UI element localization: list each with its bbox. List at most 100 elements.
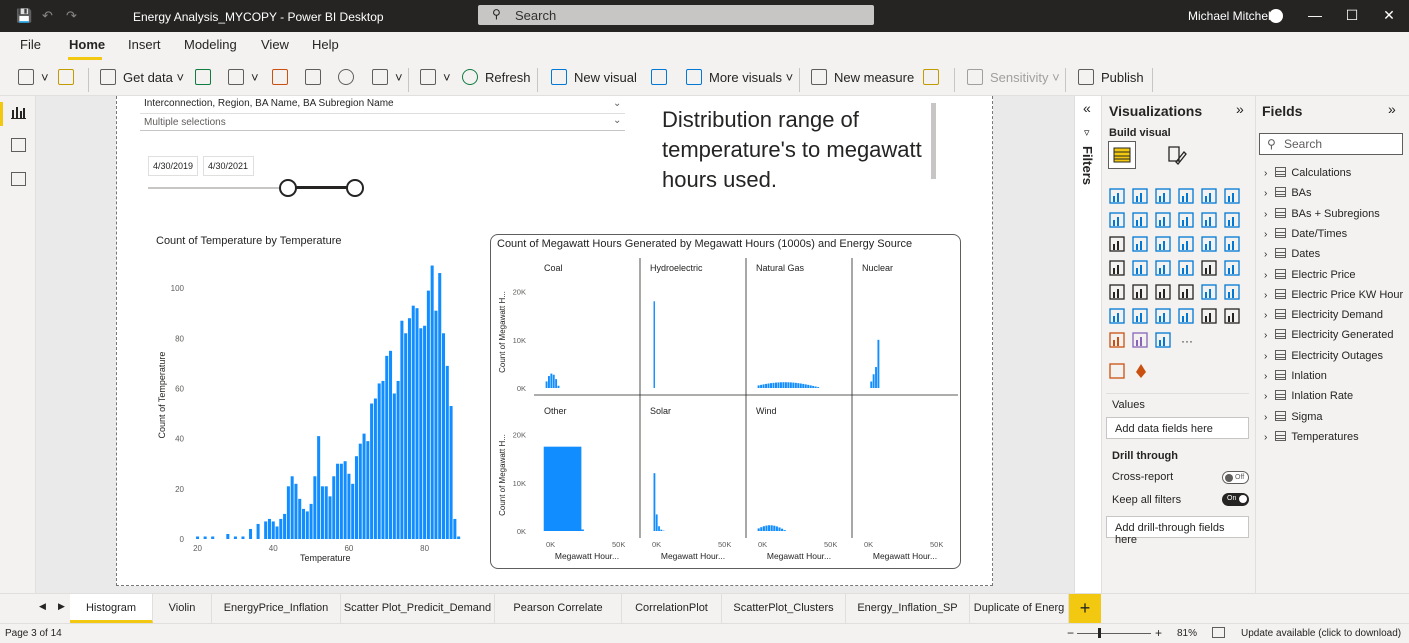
histogram-bar[interactable] bbox=[249, 528, 253, 539]
chevron-right-icon[interactable]: › bbox=[1264, 270, 1267, 281]
small-multiple-bar[interactable] bbox=[802, 383, 805, 388]
more-options-icon[interactable]: ··· bbox=[1181, 334, 1193, 348]
histogram-bar[interactable] bbox=[373, 398, 377, 540]
chevron-right-icon[interactable]: › bbox=[1264, 310, 1267, 321]
histogram-bar[interactable] bbox=[271, 521, 275, 539]
visual-type-icon[interactable] bbox=[1201, 188, 1217, 204]
histogram-bar[interactable] bbox=[392, 393, 396, 539]
build-visual-tab[interactable] bbox=[1108, 141, 1136, 169]
visual-type-icon[interactable] bbox=[1109, 308, 1125, 324]
small-multiple-bar[interactable] bbox=[762, 526, 765, 531]
page-tab[interactable]: Histogram bbox=[70, 594, 153, 623]
more-visuals-button[interactable]: More visuals ˅ bbox=[686, 69, 793, 85]
get-data-button[interactable]: Get data ˅ bbox=[100, 69, 184, 85]
model-view-icon[interactable] bbox=[11, 172, 26, 186]
histogram-bar[interactable] bbox=[400, 320, 404, 539]
small-multiple-bar[interactable] bbox=[775, 526, 778, 531]
histogram-bar[interactable] bbox=[336, 463, 340, 539]
menu-view[interactable]: View bbox=[261, 37, 289, 52]
small-multiple-bar[interactable] bbox=[789, 382, 792, 388]
get-more-visuals-icon[interactable] bbox=[1136, 364, 1146, 378]
menu-help[interactable]: Help bbox=[312, 37, 339, 52]
chevron-right-icon[interactable]: › bbox=[1264, 229, 1267, 240]
small-multiple-bar[interactable] bbox=[552, 374, 555, 388]
small-multiple-bar[interactable] bbox=[557, 385, 560, 388]
visual-type-icon[interactable] bbox=[1155, 188, 1171, 204]
small-multiple-bar[interactable] bbox=[762, 384, 765, 388]
paste-button[interactable]: ˅ bbox=[18, 69, 49, 85]
tab-scroll-left-icon[interactable]: ◀ bbox=[39, 601, 46, 612]
minimize-icon[interactable]: — bbox=[1305, 7, 1325, 23]
zoom-in-button[interactable]: + bbox=[1155, 626, 1162, 640]
refresh-button[interactable]: Refresh bbox=[462, 69, 531, 85]
visual-type-icon[interactable] bbox=[1109, 284, 1125, 300]
title-search-box[interactable]: ⚲ Search bbox=[478, 5, 874, 25]
small-multiple-bar[interactable] bbox=[548, 376, 550, 388]
date-slider-start-handle[interactable] bbox=[279, 179, 297, 197]
visual-type-icon[interactable] bbox=[1109, 236, 1125, 252]
small-multiple-bar[interactable] bbox=[779, 382, 782, 388]
histogram-bar[interactable] bbox=[196, 536, 200, 539]
small-multiple-bar[interactable] bbox=[781, 528, 784, 531]
visual-type-icon[interactable] bbox=[1178, 260, 1194, 276]
visual-type-icon[interactable] bbox=[1224, 260, 1240, 276]
histogram-bar[interactable] bbox=[275, 526, 279, 539]
slicer-dropdown[interactable]: Multiple selections bbox=[140, 113, 625, 131]
small-multiple-bar[interactable] bbox=[783, 530, 786, 531]
enter-data-button[interactable] bbox=[305, 69, 328, 85]
histogram-bar[interactable] bbox=[298, 498, 302, 539]
histogram-chart[interactable]: 0 20 40 60 80 100 20 40 60 80 bbox=[150, 250, 480, 560]
small-multiple-bar[interactable] bbox=[760, 384, 763, 388]
histogram-bar[interactable] bbox=[317, 436, 321, 539]
cross-report-toggle[interactable]: Off bbox=[1222, 471, 1249, 484]
visual-type-icon[interactable] bbox=[1155, 332, 1171, 348]
double-chevron-left-icon[interactable]: « bbox=[1083, 100, 1091, 116]
text-box-scrollbar[interactable] bbox=[931, 103, 936, 179]
drill-through-well[interactable]: Add drill-through fields here bbox=[1106, 516, 1249, 546]
small-multiple-bar[interactable] bbox=[770, 383, 773, 388]
small-multiple-bar[interactable] bbox=[545, 529, 584, 532]
small-multiple-bar[interactable] bbox=[875, 367, 877, 388]
visual-type-icon[interactable] bbox=[1224, 188, 1240, 204]
maximize-icon[interactable]: ☐ bbox=[1342, 7, 1362, 24]
small-multiple-bar[interactable] bbox=[655, 514, 658, 531]
visual-type-icon[interactable] bbox=[1201, 260, 1217, 276]
visual-type-icon[interactable] bbox=[1132, 332, 1148, 348]
small-multiple-bar[interactable] bbox=[757, 385, 760, 388]
chevron-right-icon[interactable]: › bbox=[1264, 290, 1267, 301]
visual-type-icon[interactable] bbox=[1201, 284, 1217, 300]
field-table-temperatures[interactable]: › Temperatures bbox=[1264, 430, 1359, 443]
small-multiple-bar[interactable] bbox=[545, 381, 548, 388]
dataverse-button[interactable] bbox=[272, 69, 295, 85]
small-multiple-bar[interactable] bbox=[797, 383, 800, 388]
visual-type-icon[interactable] bbox=[1109, 188, 1125, 204]
visual-type-gallery[interactable]: ··· bbox=[1108, 186, 1248, 386]
small-multiple-bar[interactable] bbox=[765, 525, 768, 531]
visual-type-icon[interactable] bbox=[1132, 212, 1148, 228]
histogram-bar[interactable] bbox=[309, 503, 313, 539]
visual-type-icon[interactable] bbox=[1201, 308, 1217, 324]
histogram-bar[interactable] bbox=[343, 461, 347, 539]
chevron-right-icon[interactable]: › bbox=[1264, 168, 1267, 179]
histogram-bar[interactable] bbox=[449, 406, 453, 539]
field-table-electricity-generated[interactable]: › Electricity Generated bbox=[1264, 329, 1393, 341]
small-multiple-bar[interactable] bbox=[777, 382, 780, 388]
histogram-bar[interactable] bbox=[366, 441, 370, 539]
field-table-electric-price[interactable]: › Electric Price bbox=[1264, 268, 1356, 281]
chevron-right-icon[interactable]: › bbox=[1264, 412, 1267, 423]
histogram-bar[interactable] bbox=[267, 518, 271, 539]
page-tab[interactable]: ScatterPlot_Clusters bbox=[722, 594, 846, 623]
histogram-bar[interactable] bbox=[264, 521, 268, 539]
chevron-right-icon[interactable]: › bbox=[1264, 391, 1267, 402]
small-multiple-bar[interactable] bbox=[814, 386, 817, 388]
small-multiple-bar[interactable] bbox=[772, 382, 775, 388]
visual-type-icon[interactable] bbox=[1201, 236, 1217, 252]
chevron-right-icon[interactable]: › bbox=[1264, 330, 1267, 341]
visual-type-icon[interactable] bbox=[1178, 308, 1194, 324]
small-multiple-bar[interactable] bbox=[760, 527, 763, 531]
fields-search-input[interactable]: ⚲ Search bbox=[1259, 133, 1403, 155]
field-table-date-times[interactable]: › Date/Times bbox=[1264, 227, 1347, 240]
small-multiple-bar[interactable] bbox=[877, 339, 880, 388]
histogram-bar[interactable] bbox=[226, 533, 230, 539]
small-multiple-bar[interactable] bbox=[765, 383, 768, 388]
